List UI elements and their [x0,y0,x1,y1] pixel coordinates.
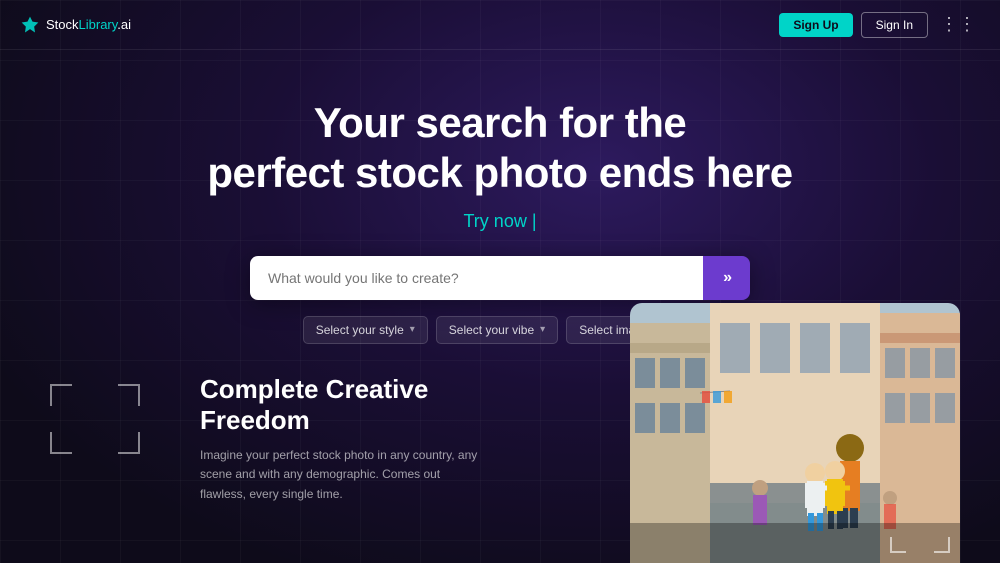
vibe-filter-chevron: ▾ [540,324,545,335]
creative-title: Complete Creative Freedom [200,374,480,436]
style-filter[interactable]: Select your style ▾ [303,316,428,344]
corner-brackets-left [50,384,140,454]
bracket-top-left [50,384,72,406]
vibe-filter-label: Select your vibe [449,323,534,337]
search-button[interactable]: » [703,256,750,300]
nav-actions: Sign Up Sign In ⋮⋮ [779,10,980,39]
creative-description: Imagine your perfect stock photo in any … [200,446,480,504]
search-container: » [0,256,1000,300]
bracket-right-bottom-left [890,537,906,553]
navbar: StockLibrary.ai Sign Up Sign In ⋮⋮ [0,0,1000,50]
bracket-right-bottom-right [934,537,950,553]
logo: StockLibrary.ai [20,15,131,35]
creative-content: Complete Creative Freedom Imagine your p… [200,374,480,504]
hero-section: Your search for the perfect stock photo … [0,50,1000,344]
search-bar: » [250,256,750,300]
grid-menu-icon[interactable]: ⋮⋮ [936,10,980,39]
hero-title: Your search for the perfect stock photo … [0,98,1000,199]
style-filter-chevron: ▾ [410,324,415,335]
search-arrow-icon: » [723,269,730,287]
style-filter-label: Select your style [316,323,404,337]
vibe-filter[interactable]: Select your vibe ▾ [436,316,558,344]
signup-button[interactable]: Sign Up [779,13,852,37]
bracket-bottom-left [50,432,72,454]
corner-brackets-right [890,513,950,553]
logo-text: StockLibrary.ai [46,17,131,32]
signin-button[interactable]: Sign In [861,12,928,38]
bracket-top-right [118,384,140,406]
hero-cta[interactable]: Try now | [0,211,1000,232]
search-input[interactable] [250,256,703,300]
logo-icon [20,15,40,35]
bracket-bottom-right [118,432,140,454]
